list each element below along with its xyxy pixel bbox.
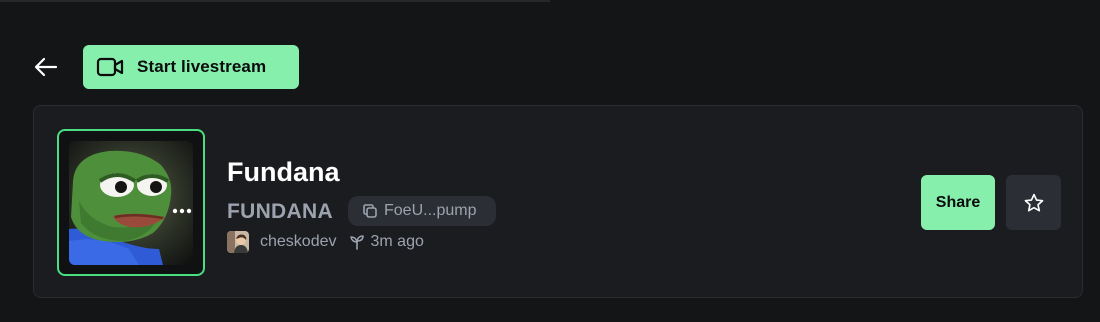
token-card: Fundana FUNDANA FoeU...pump cheskodev 3m… [33,105,1083,298]
token-address: FoeU...pump [384,202,477,219]
top-divider [0,0,550,2]
creator-name[interactable]: cheskodev [260,233,337,251]
share-button[interactable]: Share [921,175,995,230]
copy-icon [362,203,378,219]
copy-address-button[interactable]: FoeU...pump [348,196,496,226]
star-icon [1024,193,1043,212]
start-livestream-button[interactable]: Start livestream [83,45,299,89]
video-camera-icon [96,55,126,79]
creator-avatar[interactable] [227,231,249,253]
token-age: 3m ago [370,233,424,250]
favorite-button[interactable] [1006,175,1061,230]
start-livestream-label: Start livestream [137,57,267,76]
back-button[interactable] [30,52,62,82]
pepe-frog-image [69,141,193,265]
arrow-left-icon [34,57,58,77]
creator-row: cheskodev 3m ago [227,230,424,254]
page: Start livestream Fundana FUNDANA FoeU...… [0,0,1100,322]
sprout-icon [349,234,365,250]
token-ticker: FUNDANA [227,200,333,223]
token-name: Fundana [227,157,340,187]
token-image-frame[interactable] [57,129,205,276]
